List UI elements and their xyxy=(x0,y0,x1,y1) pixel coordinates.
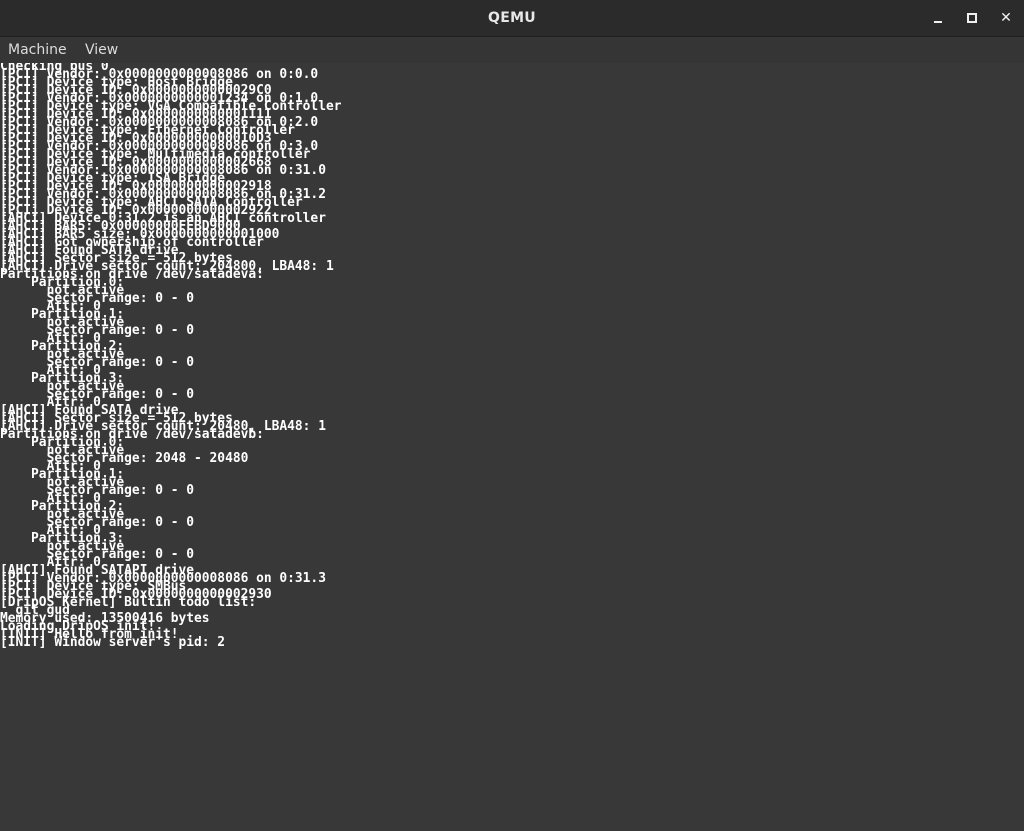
maximize-icon xyxy=(967,13,977,23)
qemu-window: QEMU ✕ Machine View Checking bus 0 [PCI] … xyxy=(0,0,1024,831)
window-title: QEMU xyxy=(488,10,536,26)
menu-view[interactable]: View xyxy=(77,37,126,63)
menu-machine[interactable]: Machine xyxy=(0,37,75,63)
console-output: Checking bus 0 [PCI] Vendor: 0x0000000000… xyxy=(0,63,341,650)
maximize-button[interactable] xyxy=(959,6,985,30)
console-line: [INIT] Window server's pid: 2 xyxy=(0,635,226,650)
vm-display[interactable]: Checking bus 0 [PCI] Vendor: 0x0000000000… xyxy=(0,63,1024,831)
title-bar[interactable]: QEMU ✕ xyxy=(0,0,1024,37)
minimize-button[interactable] xyxy=(925,6,951,30)
minimize-icon xyxy=(934,21,942,23)
close-icon: ✕ xyxy=(1000,10,1012,26)
close-button[interactable]: ✕ xyxy=(993,6,1019,30)
menu-bar: Machine View xyxy=(0,37,1024,63)
